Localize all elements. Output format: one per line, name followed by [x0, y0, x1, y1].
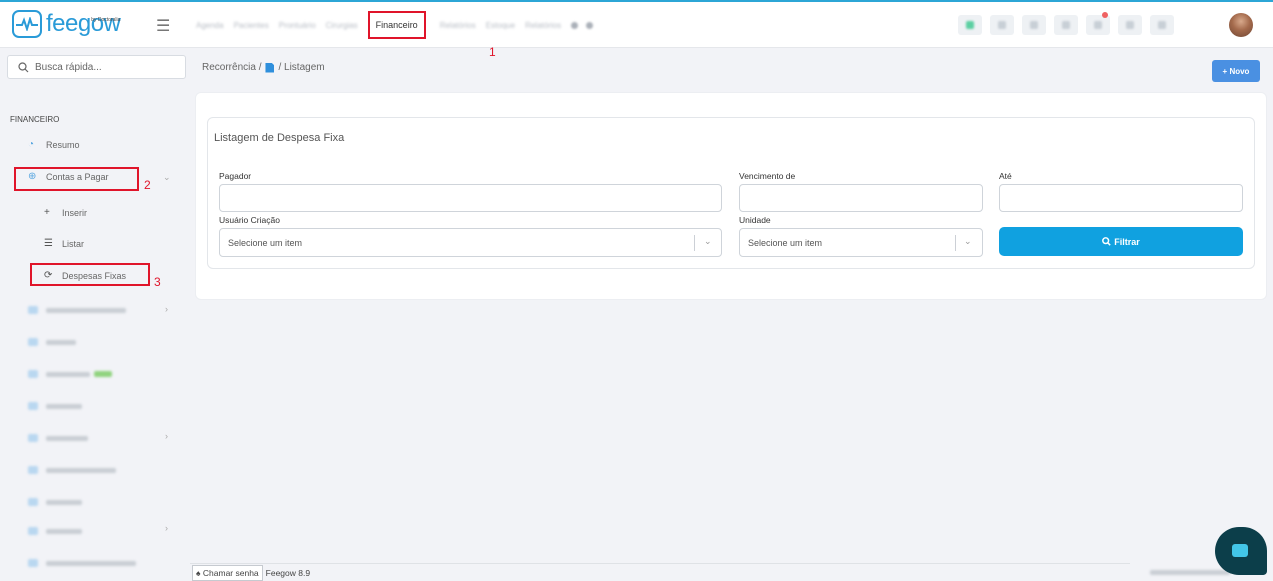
plus-icon: + [44, 207, 50, 218]
sidebar-item-blurred[interactable] [28, 434, 88, 442]
usuario-select-value: Selecione um item [228, 237, 303, 248]
usuario-label: Usuário Criação [219, 215, 280, 225]
unidade-label: Unidade [739, 215, 771, 225]
logo-subtitle: by Doctoralia [91, 17, 121, 23]
chart-icon[interactable] [1022, 15, 1046, 35]
annotation-1: 1 [489, 45, 496, 59]
notification-icon[interactable] [1086, 12, 1110, 35]
nav-item-estoque[interactable]: Estoque [486, 21, 515, 30]
select-divider [694, 235, 695, 251]
message-icon[interactable] [1054, 15, 1078, 35]
search-icon [18, 61, 29, 72]
settings-icon[interactable] [1150, 15, 1174, 35]
sidebar-item-blurred[interactable] [28, 370, 112, 378]
pie-chart-icon: ◔ [28, 139, 35, 150]
chat-widget-icon[interactable] [1215, 527, 1267, 575]
sidebar-item-blurred[interactable] [28, 306, 126, 314]
search-icon [1102, 237, 1111, 246]
vencimento-label: Vencimento de [739, 171, 796, 181]
list-icon: ☰ [44, 238, 53, 249]
toolbar-icons [958, 12, 1182, 35]
nav-item-agenda[interactable]: Agenda [196, 21, 224, 30]
chevron-down-icon[interactable]: ⌄ [704, 236, 712, 247]
sidebar-item-blurred[interactable] [28, 527, 82, 535]
file-icon[interactable] [265, 62, 275, 73]
pagador-input[interactable] [219, 184, 722, 212]
nav-item-relatorios[interactable]: Relatórios [440, 21, 476, 30]
unidade-select-value: Selecione um item [748, 237, 823, 248]
panel-title: Listagem de Despesa Fixa [214, 132, 345, 144]
menu-icon[interactable]: ☰ [156, 16, 170, 36]
ate-label: Até [999, 171, 1012, 181]
sidebar-item-inserir[interactable]: + Inserir [44, 207, 87, 218]
footer: ♠ Chamar senha Feegow 8.9 [190, 563, 1130, 581]
filter-button-label: Filtrar [1114, 236, 1140, 247]
main-nav: Agenda Pacientes Prontuário Cirurgias Fi… [196, 11, 601, 39]
logo-text: feegow by Doctoralia [46, 10, 121, 38]
pulse-icon [12, 10, 42, 38]
notification-badge [1102, 12, 1108, 18]
sidebar-item-blurred[interactable] [28, 402, 82, 410]
nav-item-cirurgias[interactable]: Cirurgias [326, 21, 358, 30]
people-icon: ♠ [196, 567, 201, 578]
sidebar-item-listar[interactable]: ☰ Listar [44, 238, 84, 249]
search-input[interactable] [35, 61, 175, 73]
sidebar-item-blurred[interactable] [28, 559, 136, 567]
status-icon[interactable] [958, 15, 982, 35]
sidebar-item-resumo[interactable]: ◔ Resumo [28, 139, 80, 150]
nav-item-financeiro[interactable]: Financeiro [367, 11, 426, 39]
chevron-right-icon[interactable]: › [165, 304, 168, 314]
breadcrumb-listagem: / Listagem [278, 62, 325, 73]
chevron-down-icon[interactable]: ⌄ [163, 172, 171, 183]
chevron-right-icon[interactable]: › [165, 523, 168, 533]
chamar-senha-button[interactable]: ♠ Chamar senha [192, 564, 263, 581]
nav-item-pacientes[interactable]: Pacientes [234, 21, 269, 30]
breadcrumb-recorrencia[interactable]: Recorrência / [202, 62, 261, 73]
annotation-box-3 [30, 263, 150, 286]
unidade-select[interactable]: Selecione um item ⌄ [739, 228, 983, 257]
nav-item-other[interactable]: Relatórios [525, 21, 561, 30]
breadcrumb: Recorrência / / Listagem [202, 62, 325, 73]
top-bar: feegow by Doctoralia ☰ Agenda Pacientes … [0, 0, 1273, 48]
footer-info-blurred [1150, 570, 1230, 575]
pagador-label: Pagador [219, 171, 252, 181]
sidebar-section-title: FINANCEIRO [10, 115, 60, 124]
usuario-select[interactable]: Selecione um item ⌄ [219, 228, 722, 257]
nav-item-prontuario[interactable]: Prontuário [279, 21, 316, 30]
ate-input[interactable] [999, 184, 1243, 212]
feegow-logo[interactable]: feegow by Doctoralia [12, 10, 121, 38]
chevron-down-icon[interactable]: ⌄ [964, 236, 972, 247]
edit-icon[interactable] [990, 15, 1014, 35]
filter-button[interactable]: Filtrar [999, 227, 1243, 256]
nav-extra-icon-2[interactable] [586, 21, 594, 29]
quick-search[interactable] [7, 55, 186, 79]
user-avatar[interactable] [1229, 13, 1253, 37]
vencimento-input[interactable] [739, 184, 983, 212]
sidebar-item-label: Inserir [62, 207, 88, 218]
sidebar-item-label: Listar [62, 238, 85, 249]
sidebar-item-blurred[interactable] [28, 466, 116, 474]
version-label: Feegow 8.9 [265, 567, 311, 578]
tasks-icon[interactable] [1118, 15, 1142, 35]
new-button[interactable]: + Novo [1212, 60, 1260, 82]
annotation-2: 2 [144, 178, 151, 192]
chevron-right-icon[interactable]: › [165, 431, 168, 441]
nav-extra-icon[interactable] [571, 21, 579, 29]
sidebar-item-label: Resumo [46, 139, 80, 150]
sidebar-item-blurred[interactable] [28, 498, 82, 506]
annotation-3: 3 [154, 275, 161, 289]
sidebar-item-blurred[interactable] [28, 338, 76, 346]
select-divider [955, 235, 956, 251]
annotation-box-2 [14, 167, 139, 191]
